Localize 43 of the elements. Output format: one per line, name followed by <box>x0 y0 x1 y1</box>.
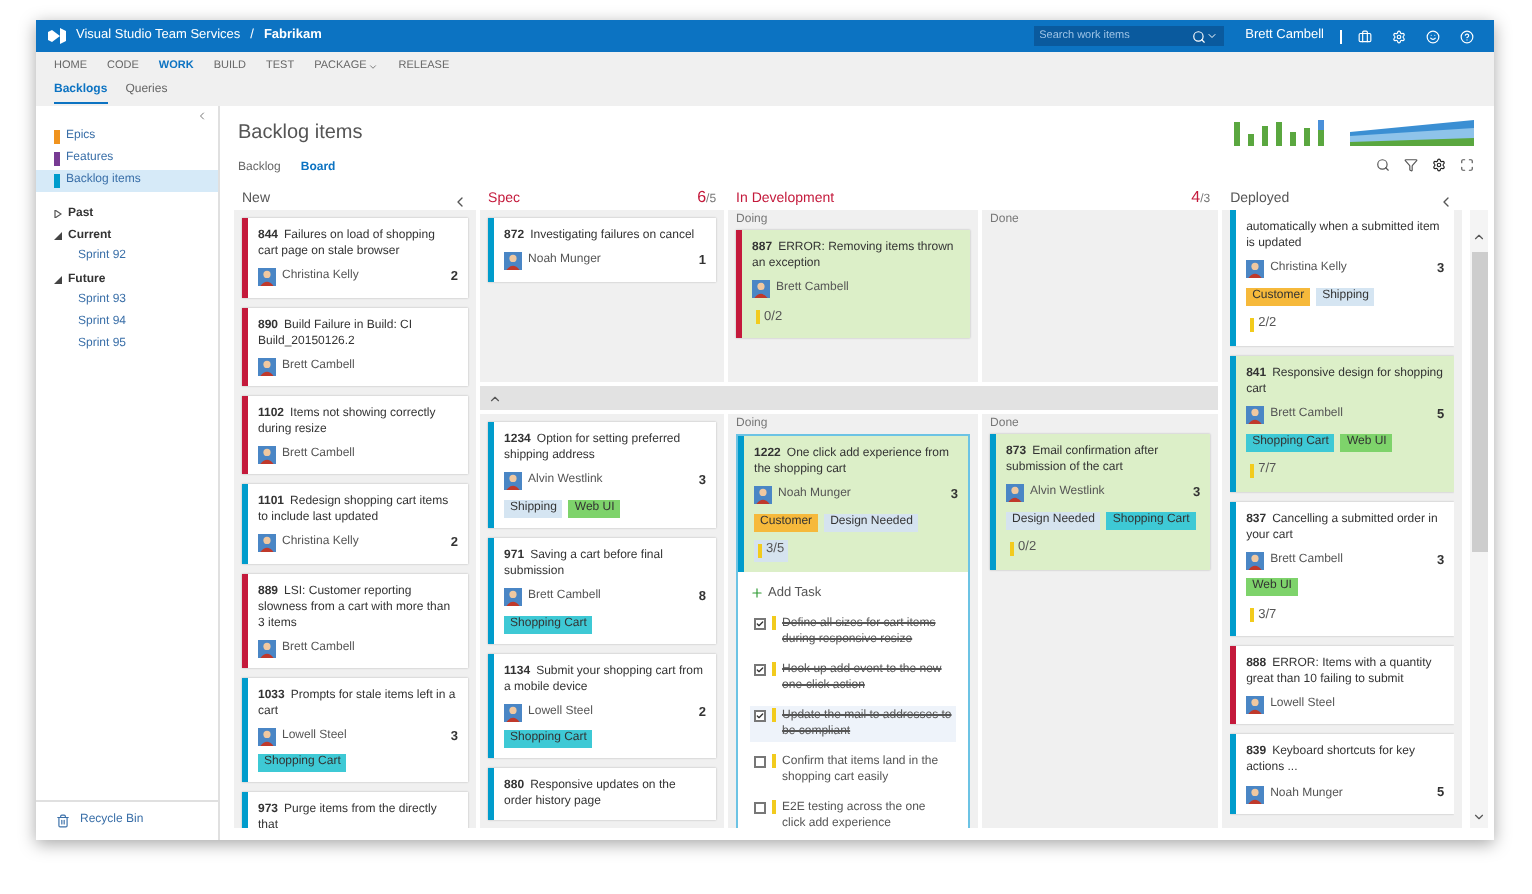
briefcase-icon[interactable] <box>1358 29 1372 43</box>
avatar-icon <box>258 534 276 553</box>
checkbox[interactable] <box>754 663 767 675</box>
filter-icon[interactable] <box>1404 158 1418 172</box>
settings-icon[interactable] <box>1432 158 1446 172</box>
avatar-icon <box>504 703 523 722</box>
expanded-triangle-icon[interactable] <box>54 276 62 284</box>
avatar-icon <box>752 280 771 298</box>
area-chart-drawing[interactable] <box>1350 116 1474 146</box>
plus-icon <box>750 586 765 601</box>
avatar-icon <box>1246 785 1265 804</box>
scrollbar[interactable] <box>1470 210 1488 828</box>
scroll-up-icon[interactable] <box>1472 230 1487 244</box>
checkbox[interactable] <box>754 709 767 721</box>
collapse-icon <box>488 391 503 405</box>
collapsed-triangle-icon[interactable] <box>54 210 62 218</box>
page-title: Backlog items <box>238 120 365 148</box>
trash-icon <box>56 814 70 828</box>
help-icon[interactable] <box>1460 29 1474 43</box>
avatar-icon <box>754 486 773 505</box>
avatar-icon <box>504 588 523 607</box>
avatar-icon <box>1246 406 1265 425</box>
logo-icon <box>48 28 66 44</box>
checkbox[interactable] <box>754 801 767 813</box>
search-icon[interactable] <box>1376 158 1390 172</box>
avatar-icon <box>504 252 523 271</box>
avatar-icon <box>1246 260 1265 279</box>
avatar-icon <box>258 639 276 657</box>
avatar-icon <box>258 268 276 287</box>
avatar-icon <box>1246 696 1265 715</box>
expanded-triangle-icon[interactable] <box>54 232 62 240</box>
checkbox[interactable] <box>754 755 767 767</box>
scroll-down-icon[interactable] <box>1472 810 1487 824</box>
caret-icon[interactable] <box>1205 30 1218 42</box>
avatar-icon <box>258 357 276 376</box>
avatar-icon <box>1246 551 1265 570</box>
avatar-icon <box>1006 484 1025 503</box>
avatar-icon <box>504 472 523 491</box>
fullscreen-icon[interactable] <box>1460 158 1474 172</box>
checkbox[interactable] <box>754 617 767 629</box>
avatar-icon <box>258 445 276 464</box>
avatar-icon <box>258 727 276 746</box>
smiley-icon[interactable] <box>1426 29 1440 43</box>
